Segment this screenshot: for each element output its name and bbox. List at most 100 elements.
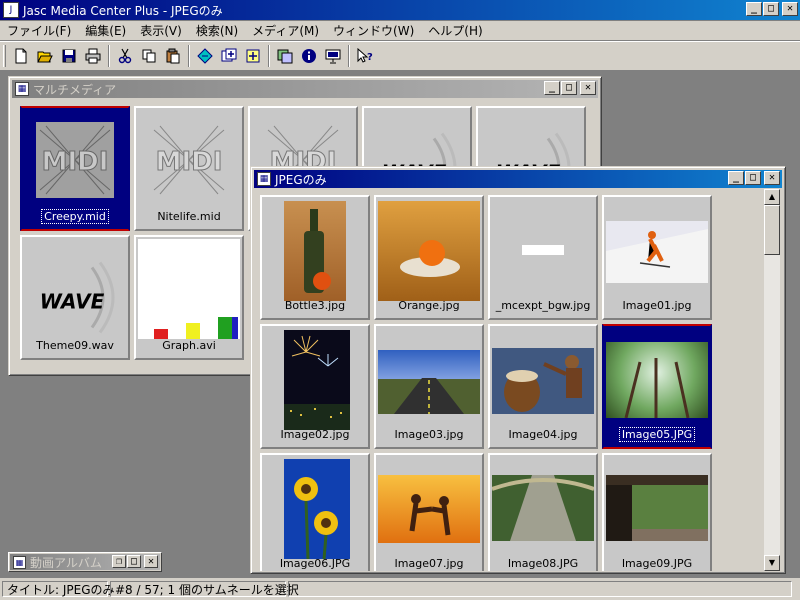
jpeg-client: Bottle3.jpg Orange.jpg _mcexpt_bgw.jpg I… — [254, 189, 764, 571]
multimedia-window-icon[interactable]: ▦ — [15, 82, 29, 96]
menu-file[interactable]: ファイル(F) — [0, 22, 78, 39]
thumb-label: _mcexpt_bgw.jpg — [495, 299, 591, 312]
menu-help[interactable]: ヘルプ(H) — [421, 22, 489, 39]
jpeg-window: ▦ JPEGのみ _ □ ✕ Bottle3.jpg Orange.jpg _m… — [250, 166, 786, 574]
jpeg-thumb-image04[interactable]: Image04.jpg — [488, 324, 598, 449]
app-icon[interactable]: J — [3, 2, 19, 18]
jpeg-thumb-image05[interactable]: Image05.JPG — [602, 324, 712, 449]
main-caption-buttons: _ □ ✕ — [745, 2, 798, 16]
multimedia-thumb-theme09[interactable]: WAVE Theme09.wav — [20, 235, 130, 360]
multimedia-maximize-button[interactable]: □ — [561, 81, 577, 95]
slideshow-button[interactable] — [274, 45, 296, 67]
jpeg-thumb-image08[interactable]: Image08.JPG — [488, 453, 598, 571]
menu-window[interactable]: ウィンドウ(W) — [326, 22, 421, 39]
jpeg-vertical-scrollbar[interactable]: ▲ ▼ — [764, 189, 780, 571]
thumb-label: Theme09.wav — [36, 339, 114, 352]
photo-drums — [492, 348, 594, 414]
status-title-panel: タイトル: JPEGのみ — [2, 581, 115, 597]
add-button[interactable] — [218, 45, 240, 67]
scroll-up-button[interactable]: ▲ — [764, 189, 780, 205]
photo-mcexpt — [522, 245, 564, 255]
thumb-label: Image01.jpg — [622, 299, 692, 312]
scroll-thumb[interactable] — [764, 205, 780, 255]
jpeg-thumb-image06[interactable]: Image06.JPG — [260, 453, 370, 571]
thumb-label: Image06.JPG — [279, 557, 351, 570]
open-icon — [37, 51, 53, 63]
context-help-button[interactable]: ? — [354, 45, 376, 67]
thumb-label: Nitelife.mid — [157, 210, 221, 223]
jpeg-thumb-image02[interactable]: Image02.jpg — [260, 324, 370, 449]
graph-video-icon — [154, 317, 238, 339]
close-button[interactable]: ✕ — [782, 2, 798, 16]
jpeg-thumb-image09[interactable]: Image09.JPG — [602, 453, 712, 571]
open-button[interactable] — [34, 45, 56, 67]
video-album-caption-buttons: ❐ □ ✕ — [111, 555, 158, 568]
photo-fireworks — [284, 330, 350, 430]
maximize-button[interactable]: □ — [763, 2, 779, 16]
photo-skier — [606, 221, 708, 283]
video-album-maximize-button[interactable]: □ — [127, 555, 141, 568]
video-album-restore-button[interactable]: ❐ — [112, 555, 126, 568]
photo-sunflowers — [284, 459, 350, 559]
jpeg-minimize-button[interactable]: _ — [728, 171, 744, 185]
menu-view[interactable]: 表示(V) — [133, 22, 189, 39]
save-button[interactable] — [58, 45, 80, 67]
info-button[interactable] — [298, 45, 320, 67]
menu-search[interactable]: 検索(N) — [189, 22, 245, 39]
multimedia-thumb-graph[interactable]: Graph.avi — [134, 235, 244, 360]
cut-icon — [118, 48, 132, 64]
slideshow-icon — [277, 49, 293, 64]
thumb-label: Image05.JPG — [618, 427, 696, 442]
import-button[interactable] — [242, 45, 264, 67]
video-album-minimized-window[interactable]: ▦ 動画アルバム ❐ □ ✕ — [8, 552, 162, 572]
print-button[interactable] — [82, 45, 104, 67]
thumb-label: Image03.jpg — [394, 428, 464, 441]
toolbar-separator — [348, 45, 350, 67]
copy-button[interactable] — [138, 45, 160, 67]
toolbar: ? — [0, 41, 800, 71]
thumb-label: Image08.JPG — [507, 557, 579, 570]
jpeg-thumb-image01[interactable]: Image01.jpg — [602, 195, 712, 320]
jpeg-title: JPEGのみ — [275, 172, 327, 187]
find-icon — [197, 48, 213, 64]
jpeg-thumb-image03[interactable]: Image03.jpg — [374, 324, 484, 449]
info-icon — [302, 49, 316, 63]
toolbar-grip[interactable] — [3, 45, 6, 67]
video-album-window-icon[interactable]: ▦ — [13, 555, 26, 569]
multimedia-close-button[interactable]: ✕ — [580, 81, 596, 95]
main-title-bar[interactable]: J Jasc Media Center Plus - JPEGのみ _ □ ✕ — [0, 0, 800, 20]
minimize-button[interactable]: _ — [746, 2, 762, 16]
jpeg-window-icon[interactable]: ▦ — [257, 172, 271, 186]
video-album-close-button[interactable]: ✕ — [144, 555, 158, 568]
scroll-down-button[interactable]: ▼ — [764, 555, 780, 571]
multimedia-thumb-creepy[interactable]: MIDI Creepy.mid — [20, 106, 130, 231]
multimedia-minimize-button[interactable]: _ — [544, 81, 560, 95]
cut-button[interactable] — [114, 45, 136, 67]
jpeg-maximize-button[interactable]: □ — [745, 171, 761, 185]
toolbar-separator — [108, 45, 110, 67]
status-empty-panel — [288, 581, 792, 597]
thumb-label: Image04.jpg — [508, 428, 578, 441]
menu-edit[interactable]: 編集(E) — [78, 22, 133, 39]
multimedia-thumb-nitelife[interactable]: MIDI Nitelife.mid — [134, 106, 244, 231]
jpeg-thumb-bottle3[interactable]: Bottle3.jpg — [260, 195, 370, 320]
context-help-icon: ? — [357, 48, 373, 63]
presentation-button[interactable] — [322, 45, 344, 67]
new-icon — [15, 48, 27, 64]
multimedia-caption-buttons: _ □ ✕ — [543, 81, 596, 95]
jpeg-thumb-image07[interactable]: Image07.jpg — [374, 453, 484, 571]
new-button[interactable] — [10, 45, 32, 67]
jpeg-thumb-mcexpt[interactable]: _mcexpt_bgw.jpg — [488, 195, 598, 320]
multimedia-title-bar[interactable]: ▦ マルチメディア _ □ ✕ — [12, 80, 598, 98]
menu-media[interactable]: メディア(M) — [245, 22, 326, 39]
jpeg-thumb-orange[interactable]: Orange.jpg — [374, 195, 484, 320]
find-button[interactable] — [194, 45, 216, 67]
paste-button[interactable] — [162, 45, 184, 67]
jpeg-close-button[interactable]: ✕ — [764, 171, 780, 185]
photo-stone-path — [492, 475, 594, 541]
multimedia-title: マルチメディア — [33, 82, 117, 97]
jpeg-title-bar[interactable]: ▦ JPEGのみ _ □ ✕ — [254, 170, 782, 188]
photo-orange — [378, 201, 480, 301]
video-album-title-bar[interactable]: ▦ 動画アルバム ❐ □ ✕ — [10, 554, 160, 570]
photo-temple — [606, 475, 708, 541]
